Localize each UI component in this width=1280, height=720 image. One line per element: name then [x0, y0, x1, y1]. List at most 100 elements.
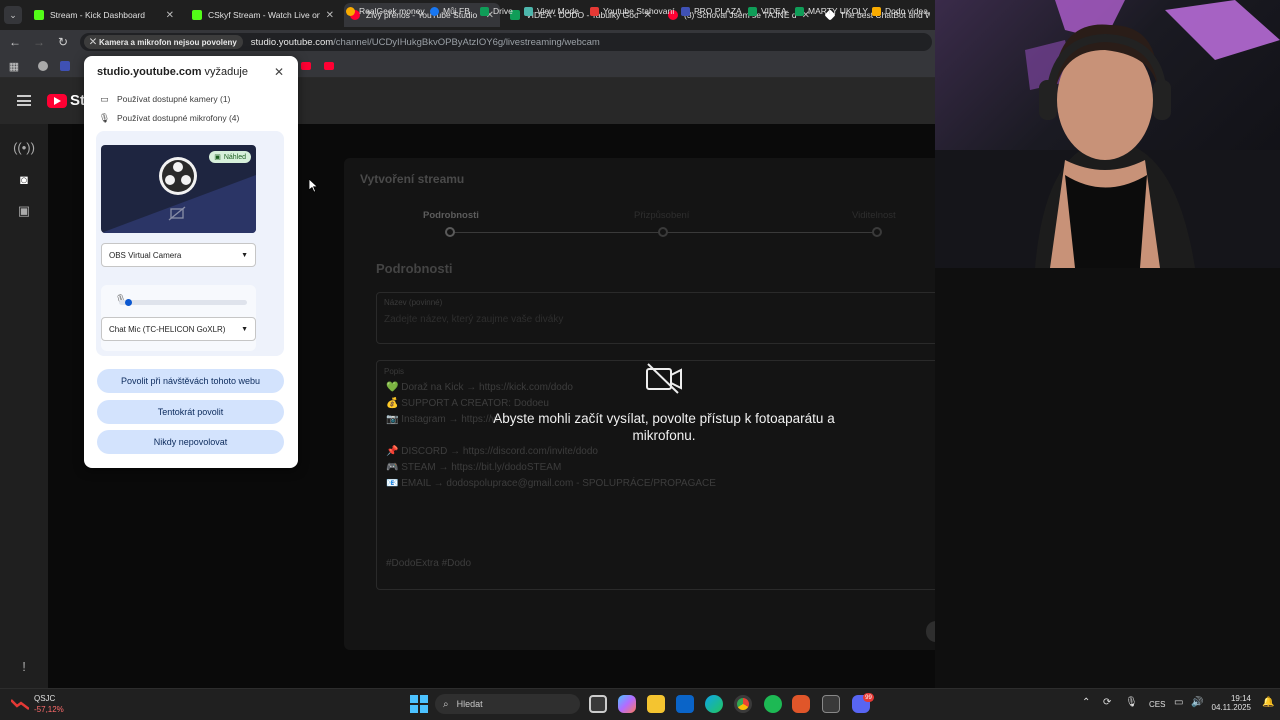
forward-icon[interactable]: →	[31, 34, 47, 50]
live-broadcast-icon[interactable]: ((•))	[13, 137, 35, 157]
camera-permission-row: ▭ Používat dostupné kamery (1)	[99, 94, 230, 105]
mic-select[interactable]: Chat Mic (TC-HELICON GoXLR) ▼	[101, 317, 256, 341]
spotify-icon[interactable]	[764, 695, 782, 713]
step-details[interactable]: Podrobnosti	[423, 210, 479, 221]
bookmark-realgeek[interactable]: RealGeek money	[346, 6, 425, 16]
description-hashtags: #DodoExtra #Dodo	[386, 558, 472, 569]
sheets-icon	[748, 6, 757, 16]
bookmark-label: Dodo videa	[885, 6, 929, 16]
preview-badge-label: Náhled	[223, 153, 246, 161]
youtube-icon[interactable]	[324, 62, 334, 70]
edge-icon[interactable]	[705, 695, 723, 713]
description-field[interactable]	[376, 360, 945, 590]
bookmark-icon[interactable]	[60, 61, 70, 71]
allow-always-button[interactable]: Povolit při návštěvách tohoto webu	[97, 369, 284, 393]
microphone-icon[interactable]: 🎙	[1125, 697, 1138, 708]
right-empty-area	[935, 268, 1280, 688]
file-explorer-icon[interactable]	[647, 695, 665, 713]
terminal-icon[interactable]	[822, 695, 840, 713]
description-line: 💰 SUPPORT A CREATOR: Dodoeu	[386, 398, 549, 409]
task-view-icon[interactable]	[589, 695, 607, 713]
bookmark-label: PRO PLAZA	[694, 6, 742, 16]
close-icon[interactable]: ✕	[166, 10, 174, 21]
mic-permission-row: 🎙 Používat dostupné mikrofony (4)	[99, 113, 240, 124]
description-line: 📌 DISCORD → https://discord.com/invite/d…	[386, 446, 598, 457]
bookmark-drive[interactable]: Drive	[480, 6, 513, 16]
never-allow-button[interactable]: Nikdy nepovolovat	[97, 430, 284, 454]
back-icon[interactable]: ←	[7, 34, 23, 50]
hamburger-menu-icon[interactable]	[17, 95, 31, 106]
permission-chip[interactable]: ⛌ Kamera a mikrofon nejsou povoleny	[84, 35, 243, 49]
bookmark-dodo-videa[interactable]: Dodo videa	[872, 6, 928, 16]
bookmark-label: View Mode	[537, 6, 579, 16]
description-line: 🎮 STEAM → https://bit.ly/dodoSTEAM	[386, 462, 562, 473]
description-line: 💚 Doraž na Kick → https://kick.com/dodo	[386, 382, 573, 393]
tab-cskyf-stream[interactable]: CSkyf Stream - Watch Live on K ✕	[186, 3, 340, 27]
bookmark-pro-plaza[interactable]: PRO PLAZA	[681, 6, 742, 16]
tab-title: CSkyf Stream - Watch Live on K	[208, 10, 320, 20]
step-dot-active	[445, 227, 455, 237]
webcam-icon[interactable]: ◙	[14, 169, 34, 189]
sync-icon[interactable]: ⟳	[1103, 697, 1111, 708]
apps-grid-icon[interactable]: ▦	[6, 58, 22, 74]
network-icon[interactable]: ▭	[1174, 697, 1183, 708]
feedback-icon[interactable]: !	[14, 656, 34, 676]
bookmark-marty-ukoly[interactable]: MARTY UKOLY	[795, 6, 868, 16]
windows-start-icon[interactable]	[410, 695, 428, 713]
bookmark-facebook[interactable]: Můj FB	[430, 6, 470, 16]
bookmark-label: MARTY UKOLY	[808, 6, 868, 16]
copilot-icon[interactable]	[618, 695, 636, 713]
camera-select[interactable]: OBS Virtual Camera ▼	[101, 243, 256, 267]
chevron-up-icon[interactable]: ⌃	[1082, 697, 1090, 708]
clock-date: 04.11.2025	[1211, 703, 1251, 712]
bookmark-label: Youtube Stahovaní	[603, 6, 675, 16]
step-customization[interactable]: Přizpůsobení	[634, 210, 689, 221]
tab-kick-dashboard[interactable]: Stream - Kick Dashboard ✕	[28, 3, 180, 27]
webcam-image	[935, 0, 1280, 268]
close-icon[interactable]: ✕	[272, 65, 286, 79]
bookmark-videa[interactable]: VIDEA	[748, 6, 787, 16]
close-icon[interactable]: ✕	[326, 10, 334, 21]
stock-widget-icon[interactable]	[10, 697, 30, 710]
youtube-logo-icon[interactable]	[47, 94, 67, 108]
outlook-icon[interactable]	[676, 695, 694, 713]
camera-off-icon	[646, 363, 682, 394]
coin-icon	[346, 6, 355, 16]
search-icon: ⌕	[443, 698, 449, 710]
kick-icon	[192, 10, 202, 20]
facebook-icon	[430, 6, 439, 16]
youtube-icon[interactable]	[301, 62, 311, 70]
description-label: Popis	[384, 367, 405, 376]
tab-search-button[interactable]: ⌄	[4, 6, 22, 24]
globe-icon[interactable]	[38, 61, 48, 71]
clock[interactable]: 19:14 04.11.2025	[1211, 694, 1251, 712]
dropdown-arrow-icon: ▼	[241, 251, 248, 259]
calendar-icon[interactable]: ▣	[14, 201, 34, 221]
webcam-feed	[935, 0, 1280, 268]
chrome-icon[interactable]	[734, 695, 752, 713]
streaming-app-icon[interactable]	[792, 695, 810, 713]
bookmark-view-mode[interactable]: View Mode	[524, 6, 579, 16]
url-text: studio.youtube.com/channel/UCDyIHukgBkvO…	[251, 37, 600, 48]
step-visibility[interactable]: Viditelnost	[852, 210, 896, 221]
taskbar-search[interactable]: ⌕ Hledat	[435, 694, 580, 714]
volume-icon[interactable]: 🔊	[1191, 697, 1203, 708]
notifications-icon[interactable]: 🔔	[1262, 697, 1274, 708]
url-path: /channel/UCDyIHukgBkvOPByAtzIOY6g/livest…	[333, 36, 600, 48]
stock-name: QSJC	[34, 694, 56, 703]
title-field-label: Název (povinné)	[384, 298, 443, 307]
drive-icon	[872, 6, 881, 16]
mouse-cursor-icon	[309, 179, 319, 193]
step-dot	[872, 227, 882, 237]
allow-once-button[interactable]: Tentokrát povolit	[97, 400, 284, 424]
camera-preview: ▣ Náhled	[101, 145, 256, 233]
camera-permission-message: Abyste mohli začít vysílat, povolte přís…	[493, 411, 835, 443]
bookmark-label: Můj FB	[443, 6, 470, 16]
language-indicator[interactable]: CES	[1149, 700, 1165, 709]
camera-blocked-icon: ⛌	[90, 37, 96, 46]
address-bar[interactable]: ⛌ Kamera a mikrofon nejsou povoleny stud…	[80, 33, 932, 51]
description-line: 📧 EMAIL → dodospoluprace@gmail.com - SPO…	[386, 478, 716, 489]
step-dot	[658, 227, 668, 237]
reload-icon[interactable]: ↻	[55, 34, 71, 50]
bookmark-youtube-download[interactable]: Youtube Stahovaní	[590, 6, 675, 16]
